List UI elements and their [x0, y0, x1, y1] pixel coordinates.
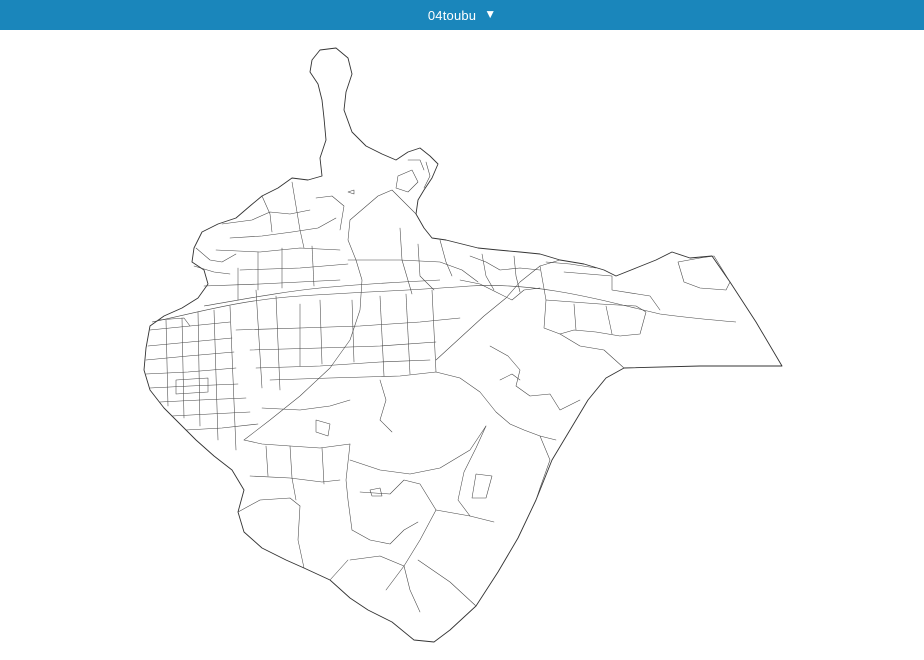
- district-boundary-map[interactable]: [0, 30, 924, 660]
- layer-selector[interactable]: 04toubu ▼: [0, 0, 924, 30]
- map-canvas[interactable]: [0, 30, 924, 660]
- triangle-down-icon[interactable]: ▼: [484, 8, 496, 20]
- layer-title: 04toubu: [427, 7, 477, 23]
- region-outline: [143, 47, 783, 643]
